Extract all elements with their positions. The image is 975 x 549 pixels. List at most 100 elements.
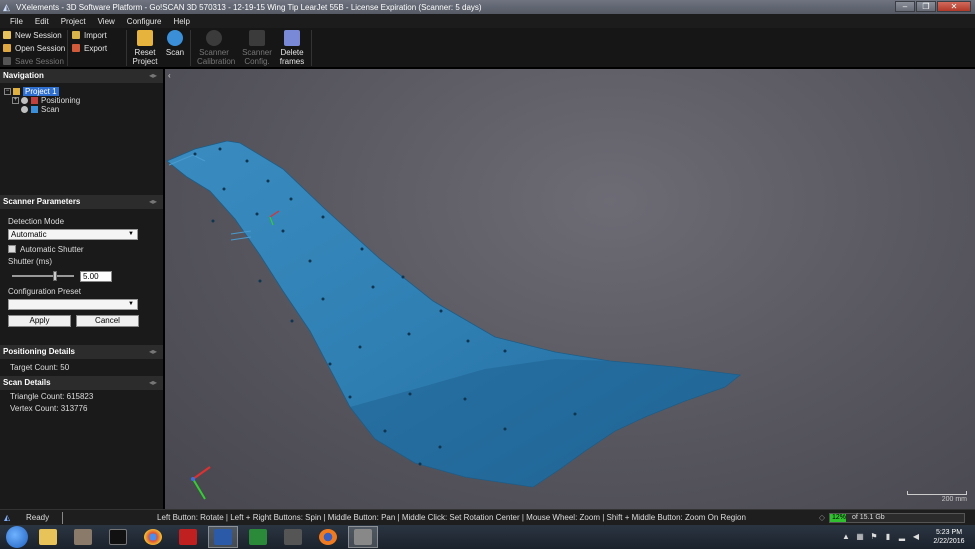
close-button[interactable]: ✕ (937, 1, 971, 12)
menu-file[interactable]: File (4, 17, 29, 26)
left-panel: Navigation ◂▸ − Project 1 + Positioning … (0, 69, 164, 509)
detection-mode-label: Detection Mode (8, 217, 65, 226)
wing-tip-scan[interactable] (165, 69, 975, 509)
taskbar-word[interactable] (208, 526, 238, 548)
memory-percent: 12% (832, 514, 847, 521)
memory-usage: 12% of 15.1 Gb (829, 513, 965, 523)
scale-bar-label: 200 mm (941, 496, 967, 503)
toolbar-separator (190, 30, 191, 66)
tree-item-project[interactable]: − Project 1 (4, 87, 163, 96)
scale-bar: 200 mm (907, 491, 967, 503)
title-bar: ◭ VXelements - 3D Software Platform - Go… (0, 0, 975, 14)
menu-project[interactable]: Project (55, 17, 92, 26)
excel-icon (249, 529, 267, 545)
collapse-toggle-icon[interactable]: − (4, 88, 11, 95)
start-button[interactable] (6, 526, 28, 548)
new-session-button[interactable]: New Session (0, 29, 68, 41)
save-session-button[interactable]: Save Session (0, 55, 68, 67)
scanner-parameters-panel: Detection Mode Automatic ▼ Automatic Shu… (0, 209, 163, 345)
app-icon (74, 529, 92, 545)
folder-open-icon (3, 44, 11, 52)
scan-details-header[interactable]: Scan Details ◂▸ (0, 376, 163, 390)
memory-total: of 15.1 Gb (852, 514, 885, 521)
automatic-shutter-label: Automatic Shutter (20, 244, 84, 254)
toolbar-separator (311, 30, 312, 66)
shutter-input[interactable]: 5.00 (80, 270, 112, 282)
shutter-slider[interactable] (12, 271, 74, 281)
toolbar: New Session Open Session Save Session Im… (0, 28, 975, 68)
configuration-preset-select[interactable]: ▼ (8, 299, 138, 310)
automatic-shutter-checkbox[interactable] (8, 245, 16, 253)
toolbar-separator (67, 30, 68, 66)
expand-toggle-icon[interactable]: + (12, 97, 19, 104)
collapse-icon[interactable]: ◂▸ (149, 376, 157, 390)
delete-frames-button[interactable]: Delete frames (275, 29, 309, 66)
taskbar-explorer[interactable] (33, 526, 63, 548)
target-marker (383, 429, 387, 433)
battery-icon[interactable]: ▮ (884, 533, 892, 541)
taskbar-terminal[interactable] (103, 526, 133, 548)
eye-icon[interactable] (21, 106, 28, 113)
taskbar-firefox[interactable] (313, 526, 343, 548)
scanner-parameters-header[interactable]: Scanner Parameters ◂▸ (0, 195, 163, 209)
target-marker (503, 349, 507, 353)
shutter-slider-thumb[interactable] (53, 271, 58, 281)
clock[interactable]: 5:23 PM 2/22/2016 (927, 528, 971, 546)
axis-triad (191, 466, 211, 500)
import-icon (72, 31, 80, 39)
tree-item-positioning[interactable]: + Positioning (4, 96, 163, 105)
save-icon (3, 57, 11, 65)
menu-edit[interactable]: Edit (29, 17, 55, 26)
collapse-icon[interactable]: ◂▸ (149, 69, 157, 83)
window-title: VXelements - 3D Software Platform - Go!S… (16, 2, 482, 12)
status-separator (62, 511, 63, 524)
scanner-calibration-button[interactable]: Scanner Calibration (197, 29, 235, 66)
target-marker (222, 187, 226, 191)
taskbar-app-2[interactable] (68, 526, 98, 548)
memory-icon: ◇ (818, 513, 825, 522)
target-marker (401, 275, 405, 279)
window-controls: – ❐ ✕ (895, 1, 971, 12)
taskbar-excel[interactable] (243, 526, 273, 548)
taskbar-app-8[interactable] (278, 526, 308, 548)
open-session-button[interactable]: Open Session (0, 42, 68, 54)
collapse-icon[interactable]: ◂▸ (149, 345, 157, 359)
pdf-icon (179, 529, 197, 545)
taskbar-chrome[interactable] (138, 526, 168, 548)
scan-button[interactable]: Scan (158, 29, 192, 57)
import-button[interactable]: Import (69, 29, 125, 41)
clock-time: 5:23 PM (935, 529, 963, 536)
positioning-details-header[interactable]: Positioning Details ◂▸ (0, 345, 163, 359)
toolbar-separator (126, 30, 127, 66)
network-icon[interactable]: ▂ (898, 533, 906, 541)
clock-date: 2/22/2016 (933, 538, 965, 545)
detection-mode-select[interactable]: Automatic ▼ (8, 229, 138, 240)
target-marker (218, 147, 222, 151)
show-hidden-icons-icon[interactable]: ▲ (842, 533, 850, 541)
menu-configure[interactable]: Configure (121, 17, 168, 26)
taskbar-vxelements[interactable] (348, 526, 378, 548)
maximize-button[interactable]: ❐ (916, 1, 936, 12)
target-marker (289, 197, 293, 201)
3d-viewport[interactable]: ‹ 200 mm (165, 69, 975, 509)
tree-item-scan[interactable]: Scan (4, 105, 163, 114)
eye-icon[interactable] (21, 97, 28, 104)
target-marker (371, 285, 375, 289)
taskbar-acrobat[interactable] (173, 526, 203, 548)
reset-project-button[interactable]: Reset Project (128, 29, 162, 66)
export-button[interactable]: Export (69, 42, 125, 54)
menu-help[interactable]: Help (167, 17, 195, 26)
cancel-button[interactable]: Cancel (76, 315, 139, 327)
menu-view[interactable]: View (92, 17, 121, 26)
volume-icon[interactable]: ◀ (912, 533, 920, 541)
minimize-button[interactable]: – (895, 1, 915, 12)
scanner-config-button[interactable]: Scanner Config. (240, 29, 274, 66)
apply-button[interactable]: Apply (8, 315, 71, 327)
navigation-header[interactable]: Navigation ◂▸ (0, 69, 163, 83)
windows-icon[interactable]: ▦ (856, 533, 864, 541)
flag-icon[interactable]: ⚑ (870, 533, 878, 541)
target-marker (503, 427, 507, 431)
automatic-shutter-row: Automatic Shutter (8, 244, 155, 254)
scale-bar-line (907, 491, 967, 495)
collapse-icon[interactable]: ◂▸ (149, 195, 157, 209)
